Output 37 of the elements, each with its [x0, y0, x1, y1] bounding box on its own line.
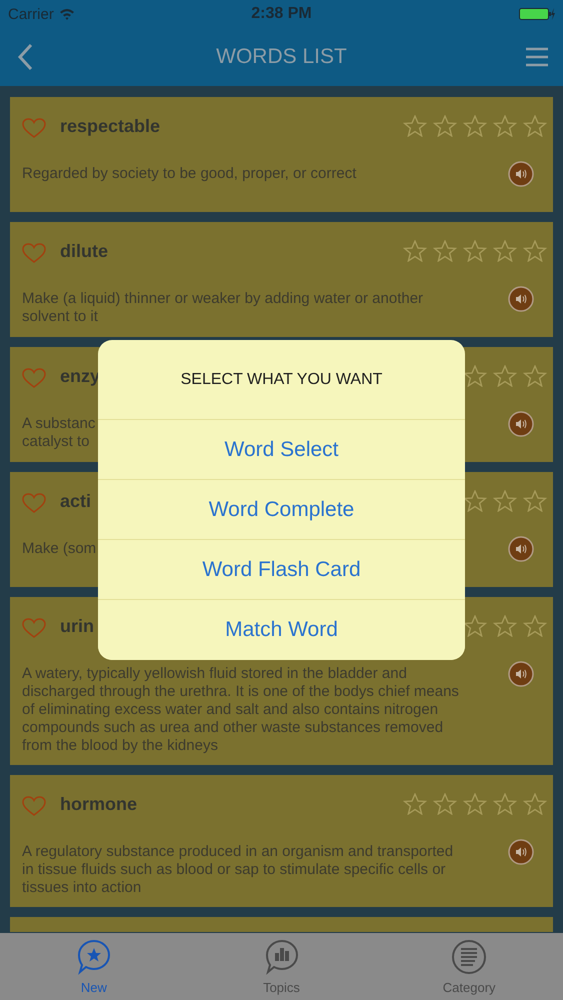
word-title: respectable	[60, 116, 160, 136]
word-definition: Make (som	[22, 540, 96, 558]
word-title: hormone	[60, 794, 138, 814]
menu-icon[interactable]	[525, 47, 549, 67]
page-title: WORDS LIST	[216, 45, 347, 69]
word-card[interactable]: respectable Regarded by society to be good, proper, or correct	[10, 97, 553, 212]
carrier-label: Carrier	[8, 6, 54, 22]
battery-icon	[519, 7, 555, 21]
word-card[interactable]: dilute Make (a liquid) thinner or weaker by adding water or another solvent to it	[10, 222, 553, 337]
speaker-icon[interactable]	[508, 661, 534, 687]
star-rating[interactable]	[403, 793, 547, 815]
speaker-icon[interactable]	[508, 286, 534, 312]
star-rating[interactable]	[403, 240, 547, 262]
word-definition: A substanc catalyst to	[22, 415, 96, 451]
back-icon[interactable]	[17, 43, 33, 71]
word-title: urin	[60, 616, 94, 636]
speaker-icon[interactable]	[508, 536, 534, 562]
wifi-icon	[58, 8, 75, 20]
chart-bubble-icon	[264, 939, 300, 975]
word-title: acti	[60, 490, 92, 512]
star-bubble-icon	[76, 939, 112, 975]
word-definition: A regulatory substance produced in an organism and transported in tissue fluids such as blood or sap to stimulate specific cells or tissues into action	[22, 843, 454, 897]
tab-item[interactable]: Topics	[188, 933, 376, 1000]
word-title: enzy	[60, 366, 100, 386]
word-definition: Make (a liquid) thinner or weaker by adding water or another solvent to it	[22, 290, 424, 326]
word-definition: Regarded by society to be good, proper, or correct	[22, 165, 356, 183]
word-title: dilute	[60, 240, 108, 262]
word-definition: A watery, typically yellowish fluid stored in the bladder and discharged through the urethra. It is one of the bodys chief means of eliminating excess water and salt and also contains nitrogen compounds such as urea and other waste substances removed from the blood by the kidneys	[22, 665, 460, 755]
speaker-icon[interactable]	[508, 839, 534, 865]
clock-time: 2:38 PM	[251, 5, 312, 23]
star-rating[interactable]	[403, 115, 547, 137]
tab-item[interactable]: New	[0, 933, 188, 1000]
list-circle-icon	[451, 939, 488, 975]
speaker-icon[interactable]	[508, 161, 534, 187]
tab-item[interactable]: Category	[375, 933, 563, 1000]
speaker-icon[interactable]	[508, 411, 534, 437]
word-card[interactable]: hormone A regulatory substance produced in an organism and transported in tissue fluids such as blood or sap to stimulate specific cells or tissues into action	[10, 775, 553, 907]
